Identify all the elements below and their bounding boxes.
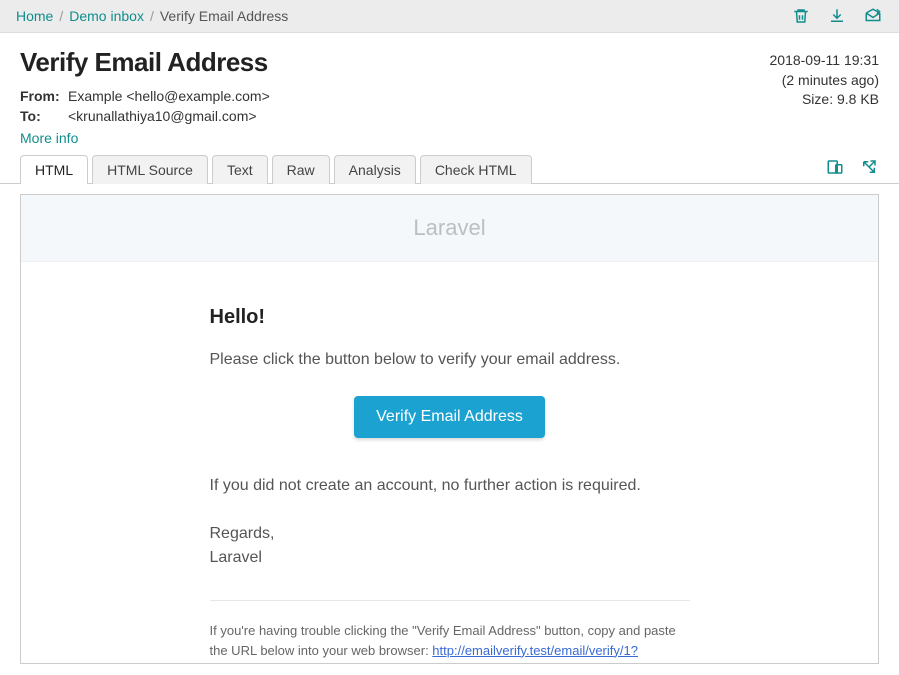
page-title: Verify Email Address bbox=[20, 47, 270, 78]
tab-text[interactable]: Text bbox=[212, 155, 268, 184]
download-icon[interactable] bbox=[827, 6, 847, 26]
header-left: Verify Email Address From: Example <hell… bbox=[20, 47, 270, 146]
to-row: To: <krunallathiya10@gmail.com> bbox=[20, 106, 270, 126]
open-new-window-icon[interactable] bbox=[859, 157, 879, 177]
tabs: HTML HTML Source Text Raw Analysis Check… bbox=[20, 154, 532, 183]
tab-html-source[interactable]: HTML Source bbox=[92, 155, 208, 184]
topbar-actions bbox=[791, 6, 883, 26]
email-footnote: If you're having trouble clicking the "V… bbox=[210, 621, 690, 664]
email-outro: If you did not create an account, no fur… bbox=[210, 474, 690, 498]
topbar: Home / Demo inbox / Verify Email Address bbox=[0, 0, 899, 33]
email-brand: Laravel bbox=[21, 195, 878, 262]
forward-mail-icon[interactable] bbox=[863, 6, 883, 26]
email-signoff: Regards, Laravel bbox=[210, 522, 690, 570]
from-row: From: Example <hello@example.com> bbox=[20, 86, 270, 106]
sign-regards: Regards, bbox=[210, 522, 690, 546]
breadcrumb-home[interactable]: Home bbox=[16, 8, 53, 24]
verify-email-button[interactable]: Verify Email Address bbox=[354, 396, 545, 438]
breadcrumb-sep: / bbox=[59, 8, 63, 24]
email-greeting: Hello! bbox=[210, 302, 690, 332]
size: Size: 9.8 KB bbox=[770, 90, 880, 110]
tab-analysis[interactable]: Analysis bbox=[334, 155, 416, 184]
email-body: Hello! Please click the button below to … bbox=[190, 262, 710, 664]
from-label: From: bbox=[20, 88, 68, 104]
datetime: 2018-09-11 19:31 bbox=[770, 51, 880, 71]
from-value: Example <hello@example.com> bbox=[68, 88, 270, 104]
breadcrumb-inbox[interactable]: Demo inbox bbox=[69, 8, 144, 24]
content-wrap: Laravel Hello! Please click the button b… bbox=[0, 184, 899, 664]
tabs-actions bbox=[825, 157, 879, 183]
breadcrumb-current: Verify Email Address bbox=[160, 8, 288, 24]
responsive-icon[interactable] bbox=[825, 157, 845, 177]
divider bbox=[210, 600, 690, 601]
tab-raw[interactable]: Raw bbox=[272, 155, 330, 184]
tabs-row: HTML HTML Source Text Raw Analysis Check… bbox=[0, 154, 899, 184]
tab-check-html[interactable]: Check HTML bbox=[420, 155, 532, 184]
email-viewport[interactable]: Laravel Hello! Please click the button b… bbox=[20, 194, 879, 664]
breadcrumb: Home / Demo inbox / Verify Email Address bbox=[16, 8, 288, 24]
to-value: <krunallathiya10@gmail.com> bbox=[68, 108, 257, 124]
header-area: Verify Email Address From: Example <hell… bbox=[0, 33, 899, 154]
trash-icon[interactable] bbox=[791, 6, 811, 26]
relative-time: (2 minutes ago) bbox=[770, 71, 880, 91]
tab-html[interactable]: HTML bbox=[20, 155, 88, 184]
more-info-link[interactable]: More info bbox=[20, 126, 270, 146]
to-label: To: bbox=[20, 108, 68, 124]
sign-from: Laravel bbox=[210, 546, 690, 570]
breadcrumb-sep: / bbox=[150, 8, 154, 24]
header-right-meta: 2018-09-11 19:31 (2 minutes ago) Size: 9… bbox=[770, 47, 880, 110]
email-intro: Please click the button below to verify … bbox=[210, 348, 690, 372]
